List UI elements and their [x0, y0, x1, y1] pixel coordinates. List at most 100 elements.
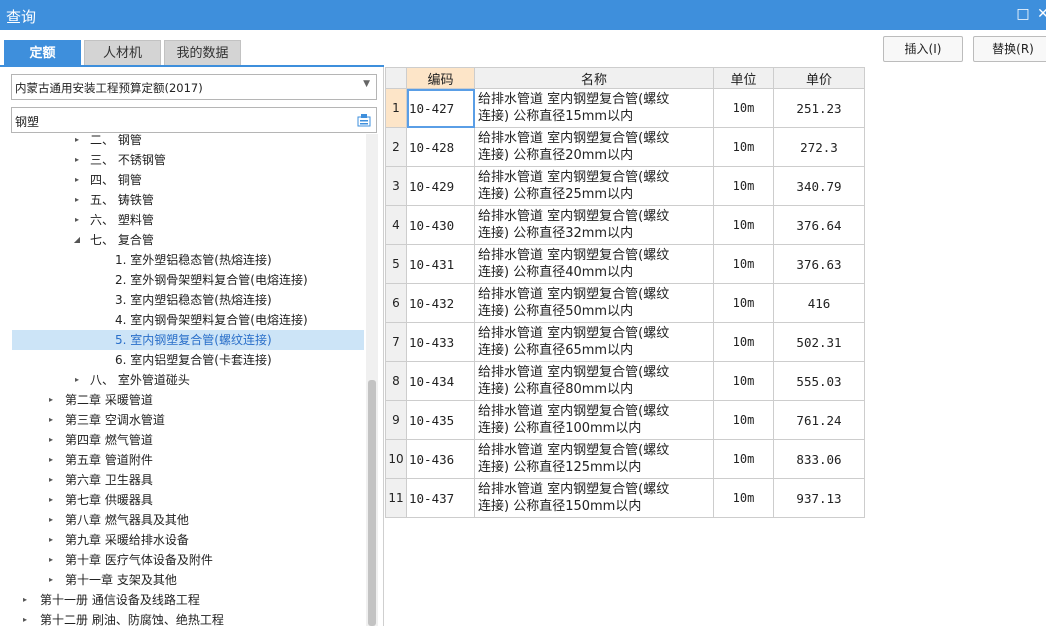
cell-code[interactable]: 10-435	[406, 400, 475, 440]
cell-unit[interactable]: 10m	[713, 439, 774, 479]
cell-unit[interactable]: 10m	[713, 322, 774, 362]
column-header-unit[interactable]: 单位	[713, 67, 774, 89]
cell-name[interactable]: 给排水管道 室内钢塑复合管(螺纹 连接) 公称直径20mm以内	[474, 127, 714, 167]
chapter-tree[interactable]: ▸ 二、 钢管 ▸ 三、 不锈钢管 ▸ 四、 铜管 ▸ 五、 铸铁管 ▸ 六、 塑料管 ◢ 七、 复合…	[0, 134, 366, 626]
table-row[interactable]: 2 10-428 给排水管道 室内钢塑复合管(螺纹 连接) 公称直径20mm以内 10m…	[385, 127, 865, 167]
cell-unit[interactable]: 10m	[713, 205, 774, 245]
cell-name[interactable]: 给排水管道 室内钢塑复合管(螺纹 连接) 公称直径25mm以内	[474, 166, 714, 206]
table-row[interactable]: 8 10-434 给排水管道 室内钢塑复合管(螺纹 连接) 公称直径80mm以内 10m…	[385, 361, 865, 401]
close-icon[interactable]: ✕	[1034, 5, 1046, 23]
expand-arrow-icon[interactable]: ▸	[72, 150, 82, 170]
expand-arrow-icon[interactable]: ▸	[20, 590, 30, 610]
tree-item[interactable]: 4. 室内钢骨架塑料复合管(电熔连接)	[0, 310, 366, 330]
tree-item[interactable]: ▸ 第十章 医疗气体设备及附件	[0, 550, 366, 570]
tree-item[interactable]: 6. 室内铝塑复合管(卡套连接)	[0, 350, 366, 370]
expand-arrow-icon[interactable]: ▸	[46, 510, 56, 530]
expand-arrow-icon[interactable]: ▸	[46, 430, 56, 450]
cell-name[interactable]: 给排水管道 室内钢塑复合管(螺纹 连接) 公称直径32mm以内	[474, 205, 714, 245]
tree-item[interactable]: ▸ 第八章 燃气器具及其他	[0, 510, 366, 530]
tree-item[interactable]: ▸ 三、 不锈钢管	[0, 150, 366, 170]
table-row[interactable]: 5 10-431 给排水管道 室内钢塑复合管(螺纹 连接) 公称直径40mm以内 10m…	[385, 244, 865, 284]
cell-price[interactable]: 376.63	[773, 244, 865, 284]
expand-arrow-icon[interactable]: ▸	[20, 610, 30, 626]
row-number[interactable]: 2	[385, 127, 407, 167]
cell-price[interactable]: 555.03	[773, 361, 865, 401]
row-number[interactable]: 4	[385, 205, 407, 245]
table-row[interactable]: 4 10-430 给排水管道 室内钢塑复合管(螺纹 连接) 公称直径32mm以内 10m…	[385, 205, 865, 245]
tree-item[interactable]: ▸ 第九章 采暖给排水设备	[0, 530, 366, 550]
tab-my-data[interactable]: 我的数据	[164, 40, 241, 66]
collapse-arrow-icon[interactable]: ◢	[72, 230, 82, 250]
maximize-icon[interactable]: □	[1014, 5, 1032, 23]
tree-item[interactable]: ◢ 七、 复合管	[0, 230, 366, 250]
tree-scrollbar[interactable]	[366, 134, 378, 626]
cell-code[interactable]: 10-432	[406, 283, 475, 323]
insert-button[interactable]: 插入(I)	[883, 36, 963, 62]
row-number[interactable]: 9	[385, 400, 407, 440]
cell-price[interactable]: 272.3	[773, 127, 865, 167]
search-filter-icon[interactable]	[357, 113, 371, 127]
scrollbar-thumb[interactable]	[368, 380, 376, 626]
table-row[interactable]: 10 10-436 给排水管道 室内钢塑复合管(螺纹 连接) 公称直径125mm以内 1…	[385, 439, 865, 479]
tree-item[interactable]: ▸ 四、 铜管	[0, 170, 366, 190]
cell-unit[interactable]: 10m	[713, 283, 774, 323]
cell-code[interactable]: 10-434	[406, 361, 475, 401]
tree-item[interactable]: 1. 室外塑铝稳态管(热熔连接)	[0, 250, 366, 270]
table-row[interactable]: 11 10-437 给排水管道 室内钢塑复合管(螺纹 连接) 公称直径150mm以内 1…	[385, 478, 865, 518]
cell-unit[interactable]: 10m	[713, 244, 774, 284]
tree-item[interactable]: ▸ 第十一章 支架及其他	[0, 570, 366, 590]
table-row[interactable]: 7 10-433 给排水管道 室内钢塑复合管(螺纹 连接) 公称直径65mm以内 10m…	[385, 322, 865, 362]
tree-item[interactable]: ▸ 五、 铸铁管	[0, 190, 366, 210]
cell-price[interactable]: 416	[773, 283, 865, 323]
cell-price[interactable]: 340.79	[773, 166, 865, 206]
table-row[interactable]: 6 10-432 给排水管道 室内钢塑复合管(螺纹 连接) 公称直径50mm以内 10m…	[385, 283, 865, 323]
tree-item[interactable]: ▸ 第十一册 通信设备及线路工程	[0, 590, 366, 610]
tree-item[interactable]: 2. 室外钢骨架塑料复合管(电熔连接)	[0, 270, 366, 290]
expand-arrow-icon[interactable]: ▸	[72, 210, 82, 230]
expand-arrow-icon[interactable]: ▸	[72, 370, 82, 390]
cell-unit[interactable]: 10m	[713, 127, 774, 167]
tree-item[interactable]: 3. 室内塑铝稳态管(热熔连接)	[0, 290, 366, 310]
cell-code[interactable]: 10-428	[406, 127, 475, 167]
cell-price[interactable]: 251.23	[773, 88, 865, 128]
expand-arrow-icon[interactable]: ▸	[46, 570, 56, 590]
tree-item[interactable]: ▸ 第二章 采暖管道	[0, 390, 366, 410]
expand-arrow-icon[interactable]: ▸	[46, 450, 56, 470]
tree-item[interactable]: ▸ 第七章 供暖器具	[0, 490, 366, 510]
tree-item[interactable]: ▸ 第四章 燃气管道	[0, 430, 366, 450]
expand-arrow-icon[interactable]: ▸	[46, 550, 56, 570]
expand-arrow-icon[interactable]: ▸	[72, 190, 82, 210]
expand-arrow-icon[interactable]: ▸	[72, 170, 82, 190]
cell-code[interactable]: 10-431	[406, 244, 475, 284]
tree-item[interactable]: ▸ 第三章 空调水管道	[0, 410, 366, 430]
row-number[interactable]: 3	[385, 166, 407, 206]
cell-code[interactable]: 10-427	[406, 88, 475, 128]
row-number[interactable]: 11	[385, 478, 407, 518]
cell-name[interactable]: 给排水管道 室内钢塑复合管(螺纹 连接) 公称直径125mm以内	[474, 439, 714, 479]
cell-price[interactable]: 833.06	[773, 439, 865, 479]
replace-button[interactable]: 替换(R)	[973, 36, 1046, 62]
expand-arrow-icon[interactable]: ▸	[46, 530, 56, 550]
row-number[interactable]: 1	[385, 88, 407, 128]
cell-code[interactable]: 10-436	[406, 439, 475, 479]
expand-arrow-icon[interactable]: ▸	[46, 470, 56, 490]
quota-book-select[interactable]: 内蒙古通用安装工程预算定额(2017) ▼	[11, 74, 377, 100]
cell-unit[interactable]: 10m	[713, 88, 774, 128]
table-row[interactable]: 9 10-435 给排水管道 室内钢塑复合管(螺纹 连接) 公称直径100mm以内 10…	[385, 400, 865, 440]
row-number[interactable]: 8	[385, 361, 407, 401]
cell-code[interactable]: 10-430	[406, 205, 475, 245]
row-number[interactable]: 10	[385, 439, 407, 479]
column-header-price[interactable]: 单价	[773, 67, 865, 89]
tree-item[interactable]: ▸ 二、 钢管	[0, 134, 366, 150]
cell-name[interactable]: 给排水管道 室内钢塑复合管(螺纹 连接) 公称直径65mm以内	[474, 322, 714, 362]
cell-name[interactable]: 给排水管道 室内钢塑复合管(螺纹 连接) 公称直径80mm以内	[474, 361, 714, 401]
row-number[interactable]: 6	[385, 283, 407, 323]
cell-name[interactable]: 给排水管道 室内钢塑复合管(螺纹 连接) 公称直径100mm以内	[474, 400, 714, 440]
cell-price[interactable]: 761.24	[773, 400, 865, 440]
cell-unit[interactable]: 10m	[713, 361, 774, 401]
cell-unit[interactable]: 10m	[713, 478, 774, 518]
tree-item[interactable]: ▸ 第十二册 刷油、防腐蚀、绝热工程	[0, 610, 366, 626]
cell-price[interactable]: 376.64	[773, 205, 865, 245]
column-header-code[interactable]: 编码	[406, 67, 475, 89]
cell-code[interactable]: 10-429	[406, 166, 475, 206]
